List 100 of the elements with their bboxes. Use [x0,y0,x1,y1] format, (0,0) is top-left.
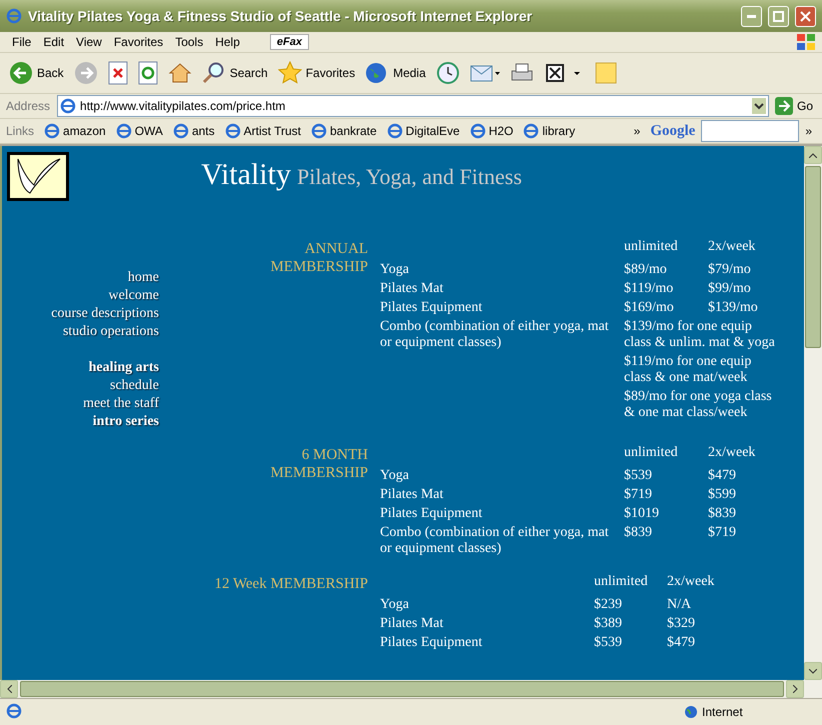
price-cell-text: $389 [594,616,623,633]
price-cell-text: $479 [708,468,737,485]
close-button[interactable] [795,6,816,26]
nav-link[interactable]: studio operations [62,323,159,341]
nav-link[interactable]: schedule [110,377,159,395]
link-button[interactable]: OWA [112,123,167,139]
price-cell-text: $99/mo [708,281,752,298]
minimize-icon [747,14,756,18]
price-cell-text: $169/mo [624,300,675,317]
item-name: Pilates Mat [380,616,444,633]
section-title: 12 Week MEMBERSHIP [213,575,368,594]
menu-item[interactable]: Tools [169,33,210,51]
link-button[interactable]: amazon [40,123,110,139]
page-icon [224,123,241,139]
column-header: unlimited [624,239,679,256]
page-icon [523,123,540,139]
address-label: Address [6,99,52,113]
price-note: $89/mo for one yoga class & one mat class/week [624,389,773,422]
item-name: Combo (combination of either yoga, mat or equipment classes) [380,525,610,558]
star-icon [278,61,302,85]
price-cell-text: $139/mo [708,300,759,317]
column-header: unlimited [624,445,679,462]
page-icon [44,123,60,139]
price-cell-text: $719 [624,487,653,504]
page-icon [386,123,403,139]
chevron-button[interactable]: » [801,124,816,138]
maximize-icon [773,10,784,22]
section-title: ANNUAL MEMBERSHIP [269,240,368,277]
nav-link[interactable]: welcome [108,287,159,305]
house-icon [168,61,192,85]
price-cell-text: $329 [667,616,696,633]
menu-item[interactable]: Help [209,33,246,51]
search-field[interactable] [701,120,800,142]
price-cell-text: $119/mo [624,281,674,298]
vertical-scrollbar[interactable] [804,146,822,680]
item-name: Yoga [380,468,410,485]
nav-link[interactable]: meet the staff [83,395,159,413]
item-name: Combo (combination of either yoga, mat or equipment classes) [380,319,610,352]
price-cell-text: $539 [624,468,653,485]
price-cell-text: $839 [708,506,737,523]
price-cell-text: $839 [624,525,653,542]
zone-label: Internet [702,705,744,719]
link-button[interactable]: library [519,123,580,139]
section-title: 6 MONTH MEMBERSHIP [269,446,368,483]
back-button[interactable]: Back [6,59,67,87]
price-cell-text: $89/mo [624,262,668,279]
search-button[interactable]: Search [198,59,271,87]
link-button[interactable]: bankrate [306,123,381,139]
chevron-button[interactable]: » [630,124,644,138]
item-name: Pilates Mat [380,281,444,298]
price-cell-text: $1019 [624,506,660,523]
item-name: Yoga [380,262,410,279]
price-cell-text: $599 [708,487,737,504]
clock-icon [436,61,460,85]
favorites-button[interactable]: Favorites [274,59,358,87]
price-note: $119/mo for one equip class & one mat/week [624,354,752,387]
google-toolbar-button[interactable]: Google [646,122,700,140]
column-header: 2x/week [708,445,756,462]
price-cell-text: $539 [594,635,623,652]
menu-item[interactable]: Favorites [108,33,170,51]
logo-drawing [7,152,69,201]
brand-tagline: Pilates, Yoga, and Fitness [296,164,522,190]
link-button[interactable]: H2O [466,123,518,139]
item-name: Yoga [380,597,410,614]
nav-link[interactable]: home [128,269,159,287]
efax-button[interactable]: eFax [270,34,309,50]
horizontal-scrollbar[interactable] [0,680,822,698]
link-button[interactable]: Artist Trust [220,123,305,139]
nav-link[interactable]: intro series [92,413,159,431]
search-icon [202,61,226,85]
maximize-button[interactable] [768,6,789,26]
dropdown-icon [752,98,766,114]
menu-item[interactable]: Edit [37,33,70,51]
price-cell-text: N/A [667,597,692,614]
item-name: Pilates Equipment [380,635,484,652]
price-cell-text: $719 [708,525,737,542]
media-button[interactable]: Media [362,59,429,87]
nav-link[interactable]: healing arts [88,359,159,377]
price-cell-text: $79/mo [708,262,752,279]
page-icon [310,123,327,139]
address-field[interactable]: http://www.vitalitypilates.com/price.htm [57,95,769,117]
menu-item[interactable]: File [6,33,38,51]
go-arrow-icon [774,97,793,115]
column-header: 2x/week [708,239,756,256]
item-name: Pilates Mat [380,487,444,504]
go-button[interactable]: Go [772,95,816,117]
item-name: Pilates Equipment [380,300,484,317]
page-icon [6,702,22,718]
minimize-button[interactable] [741,6,762,26]
page-icon [60,98,76,114]
link-button[interactable]: DigitalEve [382,123,464,139]
price-note: $139/mo for one equip class & unlim. mat & yoga [624,319,776,352]
page-icon [470,123,486,139]
link-button[interactable]: ants [168,123,219,139]
stop-icon [108,61,128,85]
note-icon [594,61,618,85]
nav-link[interactable]: course descriptions [51,305,159,323]
menu-item[interactable]: View [70,33,108,51]
column-header: 2x/week [667,574,716,591]
price-cell-text: $479 [667,635,696,652]
